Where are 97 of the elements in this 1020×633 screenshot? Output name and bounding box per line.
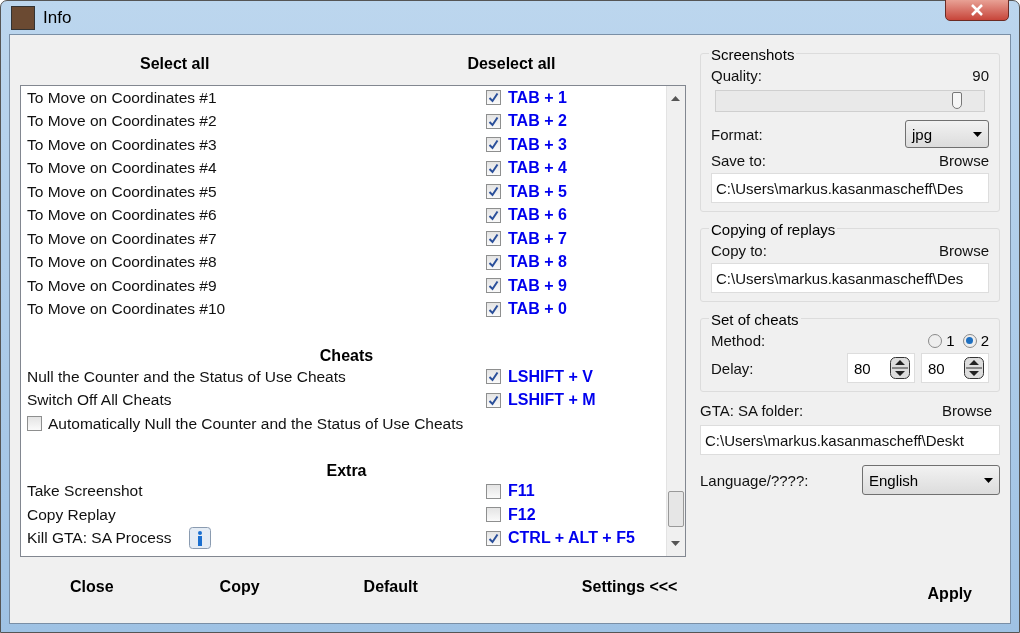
copy-path-field[interactable]: C:\Users\markus.kasanmascheff\Des [711, 263, 989, 293]
checkbox[interactable] [486, 160, 501, 176]
language-label: Language/????: [700, 471, 809, 489]
checkbox[interactable] [486, 530, 501, 546]
section-heading: Extra [325, 460, 368, 480]
checkbox[interactable] [486, 113, 501, 129]
group-title: Screenshots [709, 46, 797, 63]
format-dropdown[interactable]: jpg [905, 120, 989, 148]
checkbox[interactable] [486, 507, 501, 523]
browse-link[interactable]: Browse [938, 152, 989, 169]
hotkey-label: To Move on Coordinates #3 [27, 135, 217, 154]
checkbox[interactable] [486, 254, 501, 270]
checkbox[interactable] [486, 369, 501, 385]
info-icon[interactable] [189, 527, 212, 550]
hotkey-keys: TAB + 8 [508, 253, 567, 272]
hotkey-label: To Move on Coordinates #1 [27, 88, 217, 107]
copy-to-label: Copy to: [711, 242, 767, 259]
window-title: Info [43, 7, 73, 28]
hotkey-keys: TAB + 9 [508, 276, 567, 295]
dropdown-arrow-icon[interactable] [973, 131, 982, 137]
radio-dot[interactable] [928, 333, 943, 348]
hotkey-keys: TAB + 3 [508, 135, 567, 154]
scrollbar[interactable] [666, 86, 685, 556]
spinner-icon[interactable] [964, 357, 984, 379]
browse-link[interactable]: Browse [941, 402, 992, 419]
checkbox[interactable] [486, 207, 501, 223]
checkbox[interactable] [486, 483, 501, 499]
footer-button[interactable]: Copy [211, 574, 268, 600]
hotkey-keys: TAB + 7 [508, 229, 567, 248]
slider-thumb[interactable] [952, 92, 963, 109]
hotkey-keys: TAB + 1 [508, 88, 567, 107]
hotkey-label: Copy Replay [27, 505, 116, 524]
hotkey-label: To Move on Coordinates #4 [27, 159, 217, 178]
hotkey-label: To Move on Coordinates #2 [27, 112, 217, 131]
hotkey-keys: F11 [508, 482, 535, 501]
hotkey-label: Kill GTA: SA Process [27, 529, 172, 548]
checkbox[interactable] [486, 90, 501, 106]
hotkey-label: To Move on Coordinates #7 [27, 229, 217, 248]
hotkey-keys: TAB + 2 [508, 112, 567, 131]
quality-slider[interactable] [715, 90, 985, 112]
save-to-label: Save to: [711, 152, 767, 169]
delay-spinbox[interactable]: 80 [847, 353, 915, 383]
hotkey-keys: TAB + 0 [508, 300, 567, 319]
checkbox[interactable] [486, 231, 501, 247]
checkbox[interactable] [486, 137, 501, 153]
hotkey-label: To Move on Coordinates #5 [27, 182, 217, 201]
checkbox[interactable] [486, 278, 501, 294]
language-dropdown[interactable]: English [862, 465, 1000, 495]
hotkey-keys: CTRL + ALT + F5 [508, 529, 635, 548]
scroll-thumb[interactable] [668, 491, 684, 527]
hotkey-label: Switch Off All Cheats [27, 391, 172, 410]
radio-dot[interactable] [962, 333, 977, 348]
footer-button[interactable]: Close [62, 574, 122, 600]
hotkey-label: Take Screenshot [27, 482, 143, 501]
hotkey-label: To Move on Coordinates #10 [27, 300, 226, 319]
hotkey-keys: LSHIFT + V [508, 367, 593, 386]
format-label: Format: [711, 125, 763, 143]
spinner-icon[interactable] [890, 357, 910, 379]
hotkey-label: Null the Counter and the Status of Use Cheats [27, 367, 346, 386]
quality-label: Quality: [711, 67, 762, 84]
checkbox[interactable] [486, 392, 501, 408]
quality-value: 90 [972, 67, 989, 84]
browse-link[interactable]: Browse [938, 242, 989, 259]
group-title: Set of cheats [709, 311, 801, 328]
method-radio[interactable]: 1 [928, 332, 955, 349]
method-radio[interactable]: 2 [962, 332, 989, 349]
hotkey-keys: TAB + 5 [508, 182, 567, 201]
hotkey-keys: TAB + 4 [508, 159, 567, 178]
scroll-down-icon[interactable] [671, 541, 680, 546]
close-button[interactable] [945, 0, 1009, 21]
hotkey-keys: TAB + 6 [508, 206, 567, 225]
header-button[interactable]: Deselect all [459, 51, 564, 77]
folder-label: GTA: SA folder: [700, 402, 804, 419]
apply-button[interactable]: Apply [919, 581, 980, 607]
save-path-field[interactable]: C:\Users\markus.kasanmascheff\Des [711, 173, 989, 203]
dropdown-arrow-icon[interactable] [984, 477, 993, 483]
app-icon [11, 5, 35, 30]
footer-button[interactable]: Settings <<< [573, 574, 686, 600]
hotkey-label: To Move on Coordinates #6 [27, 206, 217, 225]
checkbox[interactable] [486, 184, 501, 200]
checkbox[interactable] [27, 416, 42, 432]
hotkey-label: To Move on Coordinates #9 [27, 276, 217, 295]
delay-label: Delay: [711, 359, 754, 377]
delay-spinbox[interactable]: 80 [921, 353, 989, 383]
folder-path-field[interactable]: C:\Users\markus.kasanmascheff\Deskt [700, 425, 1000, 455]
hotkey-label: To Move on Coordinates #8 [27, 253, 217, 272]
checkbox[interactable] [486, 301, 501, 317]
group-title: Copying of replays [709, 221, 838, 238]
header-button[interactable]: Select all [132, 51, 218, 77]
close-icon[interactable] [970, 3, 984, 16]
scroll-up-icon[interactable] [671, 96, 680, 101]
method-label: Method: [711, 332, 766, 349]
option-label: Automatically Null the Counter and the Status of Use Cheats [48, 414, 464, 433]
hotkey-keys: F12 [508, 505, 536, 524]
footer-button[interactable]: Default [355, 574, 426, 600]
hotkey-keys: LSHIFT + M [508, 391, 596, 410]
section-heading: Cheats [318, 346, 375, 365]
